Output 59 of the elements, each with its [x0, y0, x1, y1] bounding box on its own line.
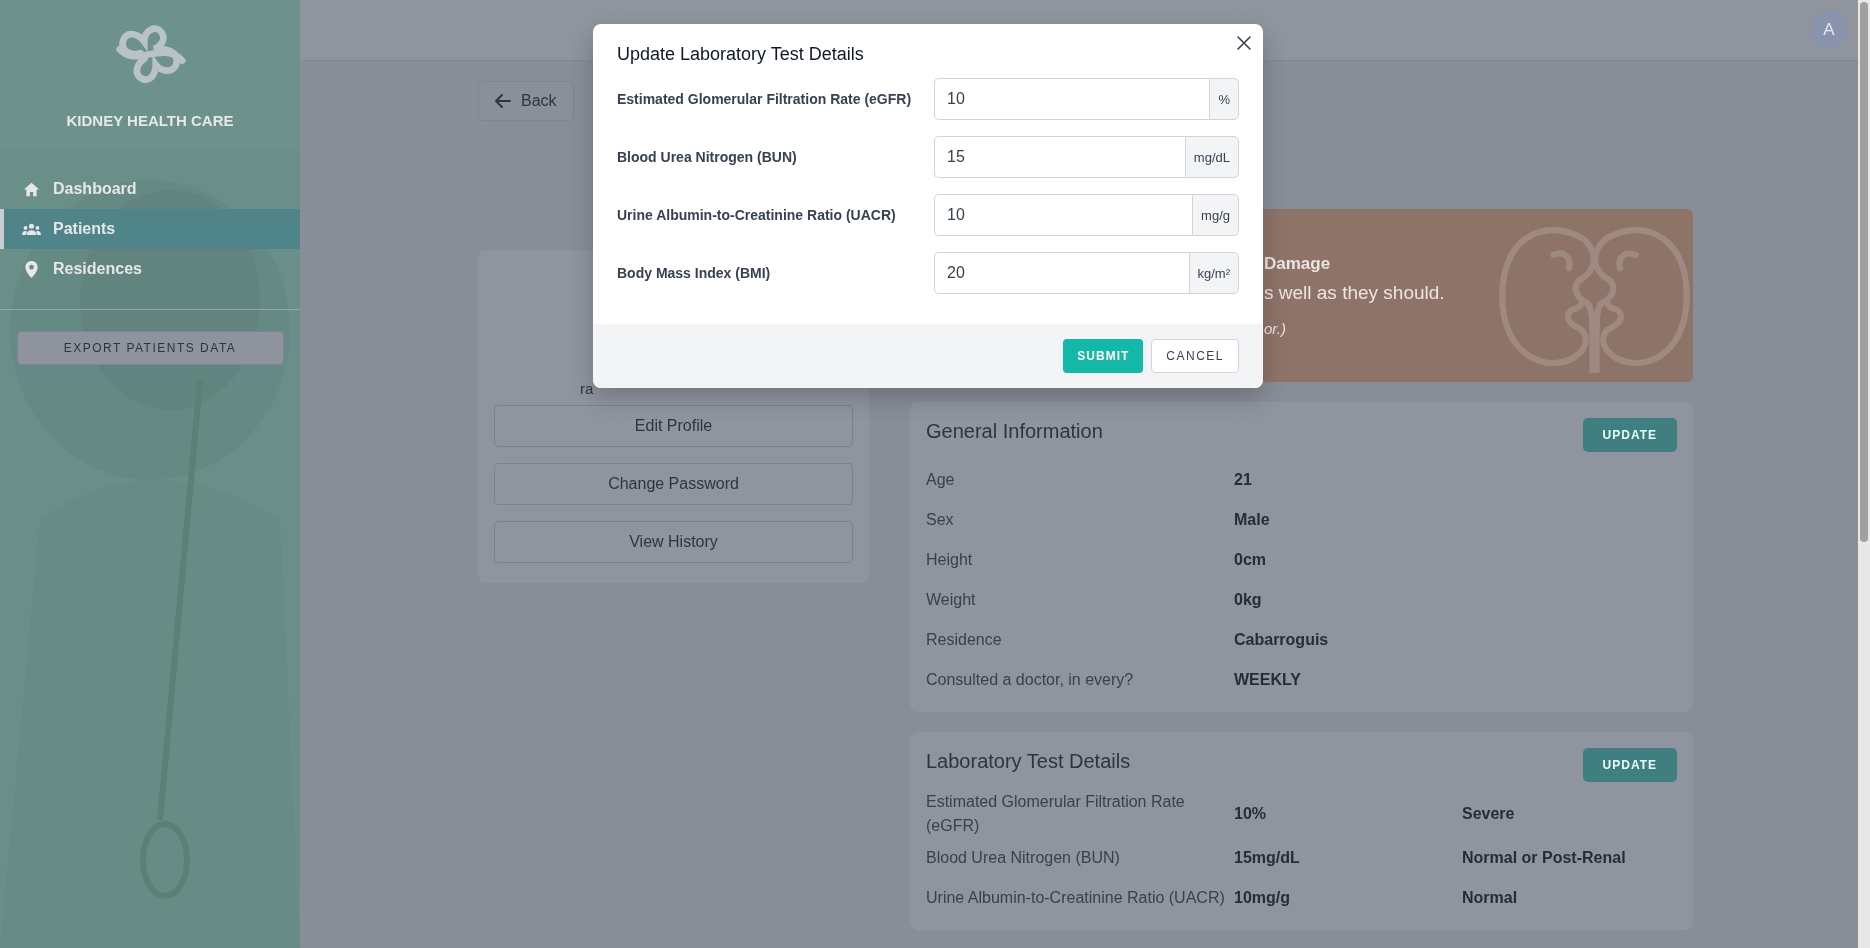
modal-title: Update Laboratory Test Details [617, 44, 865, 65]
arrow-left-icon [495, 94, 511, 108]
input-field[interactable]: 10 [934, 194, 1193, 236]
info-value: Male [1234, 511, 1271, 529]
field-label: Urine Albumin-to-Creatinine Ratio (UACR) [617, 207, 896, 223]
back-button[interactable]: Back [478, 81, 574, 121]
location-pin-icon [22, 260, 41, 278]
card-title: General Information [926, 419, 1103, 443]
info-label: Consulted a doctor, in every? [926, 671, 1135, 689]
submit-button[interactable]: SUBMIT [1063, 339, 1144, 373]
info-label: Residence [926, 631, 1003, 649]
scrollbar[interactable] [1858, 0, 1870, 948]
home-icon [22, 180, 41, 198]
alert-heading: Damage [1264, 254, 1331, 274]
profile-action-button[interactable]: Change Password [494, 463, 853, 505]
alert-note: or.) [1264, 320, 1286, 337]
lab-label: Estimated Glomerular Filtration Rate (eGFR) [926, 792, 1186, 836]
input-field[interactable]: 15 [934, 136, 1185, 178]
field-label: Body Mass Index (BMI) [617, 265, 771, 281]
nav-item[interactable]: Patients [0, 209, 300, 249]
profile-action-button[interactable]: View History [494, 521, 853, 563]
info-label: Height [926, 551, 974, 569]
info-value: 0cm [1234, 551, 1268, 569]
lab-value: 15mg/dL [1234, 848, 1301, 868]
field-label: Estimated Glomerular Filtration Rate (eGFR) [617, 91, 912, 107]
user-avatar[interactable]: A [1810, 11, 1848, 49]
update-button[interactable]: UPDATE [1582, 748, 1677, 782]
info-label: Age [926, 471, 956, 489]
lab-label: Urine Albumin-to-Creatinine Ratio (UACR) [926, 888, 1226, 908]
lab-status: Normal or Post-Renal [1462, 848, 1627, 868]
lab-status: Normal [1462, 888, 1519, 908]
input-field[interactable]: 20 [934, 252, 1189, 294]
close-icon[interactable] [1237, 36, 1251, 50]
card-title: Laboratory Test Details [926, 749, 1131, 773]
unit-addon: kg/m² [1188, 252, 1239, 294]
update-button[interactable]: UPDATE [1582, 418, 1677, 452]
brand-name: KIDNEY HEALTH CARE [66, 112, 234, 129]
export-button[interactable]: EXPORT PATIENTS DATA [16, 331, 284, 365]
lab-value: 10mg/g [1234, 888, 1291, 908]
info-label: Weight [926, 591, 977, 609]
alert-text: s well as they should. [1264, 282, 1445, 304]
cancel-button[interactable]: CANCEL [1151, 339, 1239, 373]
nav-item[interactable]: Residences [0, 249, 300, 289]
info-label: Sex [926, 511, 955, 529]
lab-status: Severe [1462, 804, 1516, 824]
profile-action-button[interactable]: Edit Profile [494, 405, 853, 447]
input-field[interactable]: 10 [934, 78, 1210, 120]
nav-item[interactable]: Dashboard [0, 169, 300, 209]
lab-label: Blood Urea Nitrogen (BUN) [926, 848, 1121, 868]
field-label: Blood Urea Nitrogen (BUN) [617, 149, 797, 165]
info-value: WEEKLY [1234, 671, 1302, 689]
info-value: Cabarroguis [1234, 631, 1330, 649]
lab-value: 10% [1234, 804, 1268, 824]
info-value: 21 [1234, 471, 1253, 489]
info-value: 0kg [1234, 591, 1263, 609]
unit-addon: mg/g [1192, 194, 1239, 236]
unit-addon: % [1209, 78, 1239, 120]
unit-addon: mg/dL [1184, 136, 1239, 178]
patient-name: ra [580, 380, 594, 397]
